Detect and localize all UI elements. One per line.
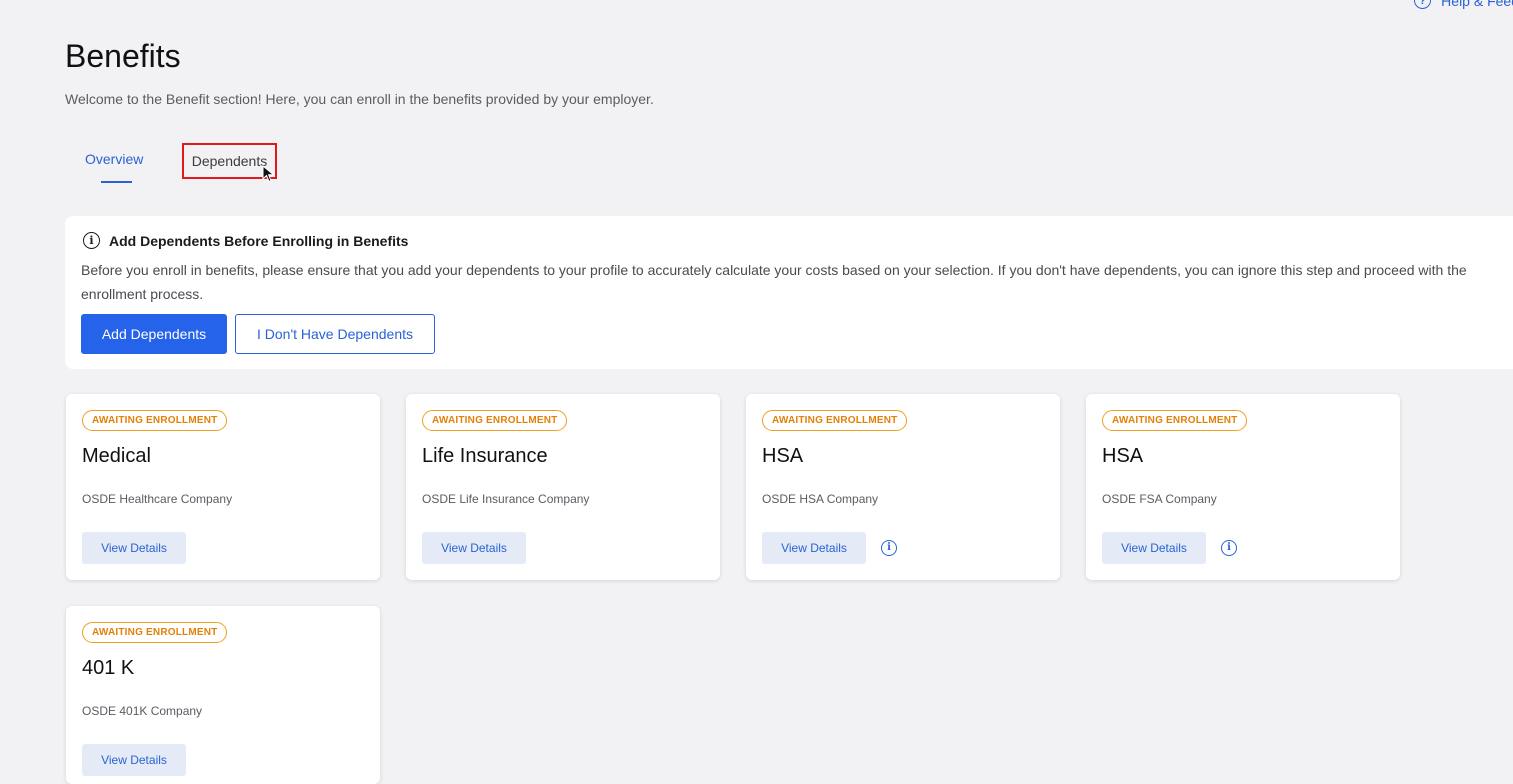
add-dependents-notice: i Add Dependents Before Enrolling in Ben… xyxy=(65,216,1513,369)
view-details-button[interactable]: View Details xyxy=(82,532,186,564)
benefit-title: 401 K xyxy=(82,657,135,679)
help-label: Help & Feed xyxy=(1441,0,1513,9)
add-dependents-button[interactable]: Add Dependents xyxy=(81,314,227,354)
tab-overview[interactable]: Overview xyxy=(85,151,143,167)
view-details-button[interactable]: View Details xyxy=(422,532,526,564)
no-dependents-button[interactable]: I Don't Have Dependents xyxy=(235,314,435,354)
page-subtitle: Welcome to the Benefit section! Here, yo… xyxy=(65,91,654,107)
benefit-provider: OSDE HSA Company xyxy=(762,492,879,506)
benefit-provider: OSDE Life Insurance Company xyxy=(422,492,590,506)
benefit-provider: OSDE FSA Company xyxy=(1102,492,1217,506)
benefit-title: HSA xyxy=(762,445,804,467)
notice-header: i Add Dependents Before Enrolling in Ben… xyxy=(83,232,408,249)
benefit-card-401k: AWAITING ENROLLMENT 401 K OSDE 401K Comp… xyxy=(66,606,380,784)
status-badge: AWAITING ENROLLMENT xyxy=(82,622,228,643)
status-badge: AWAITING ENROLLMENT xyxy=(82,410,228,431)
benefit-title: Medical xyxy=(82,445,151,467)
view-details-button[interactable]: View Details xyxy=(1102,532,1206,564)
benefits-page: ? Help & Feed Benefits Welcome to the Be… xyxy=(0,0,1513,784)
page-title: Benefits xyxy=(65,38,181,74)
benefit-card-life-insurance: AWAITING ENROLLMENT Life Insurance OSDE … xyxy=(406,394,720,580)
info-icon: i xyxy=(83,232,100,249)
view-details-button[interactable]: View Details xyxy=(82,744,186,776)
view-details-button[interactable]: View Details xyxy=(762,532,866,564)
benefit-title: HSA xyxy=(1102,445,1144,467)
benefit-card-medical: AWAITING ENROLLMENT Medical OSDE Healthc… xyxy=(66,394,380,580)
benefit-provider: OSDE 401K Company xyxy=(82,704,203,718)
benefit-title: Life Insurance xyxy=(422,445,548,467)
benefit-provider: OSDE Healthcare Company xyxy=(82,492,233,506)
benefit-card-hsa: AWAITING ENROLLMENT HSA OSDE HSA Company… xyxy=(746,394,1060,580)
benefit-card-fsa: AWAITING ENROLLMENT HSA OSDE FSA Company… xyxy=(1086,394,1400,580)
status-badge: AWAITING ENROLLMENT xyxy=(762,410,908,431)
notice-title: Add Dependents Before Enrolling in Benef… xyxy=(109,232,409,249)
status-badge: AWAITING ENROLLMENT xyxy=(1102,410,1248,431)
mouse-cursor-icon xyxy=(262,165,275,183)
info-icon[interactable]: i xyxy=(881,540,897,556)
help-feedback-link[interactable]: ? Help & Feed xyxy=(1414,0,1513,9)
help-icon: ? xyxy=(1414,0,1432,9)
active-tab-indicator xyxy=(101,181,132,183)
status-badge: AWAITING ENROLLMENT xyxy=(422,410,568,431)
info-icon[interactable]: i xyxy=(1221,540,1237,556)
tab-dependents-label: Dependents xyxy=(191,153,268,169)
notice-body: Before you enroll in benefits, please en… xyxy=(81,262,1467,302)
